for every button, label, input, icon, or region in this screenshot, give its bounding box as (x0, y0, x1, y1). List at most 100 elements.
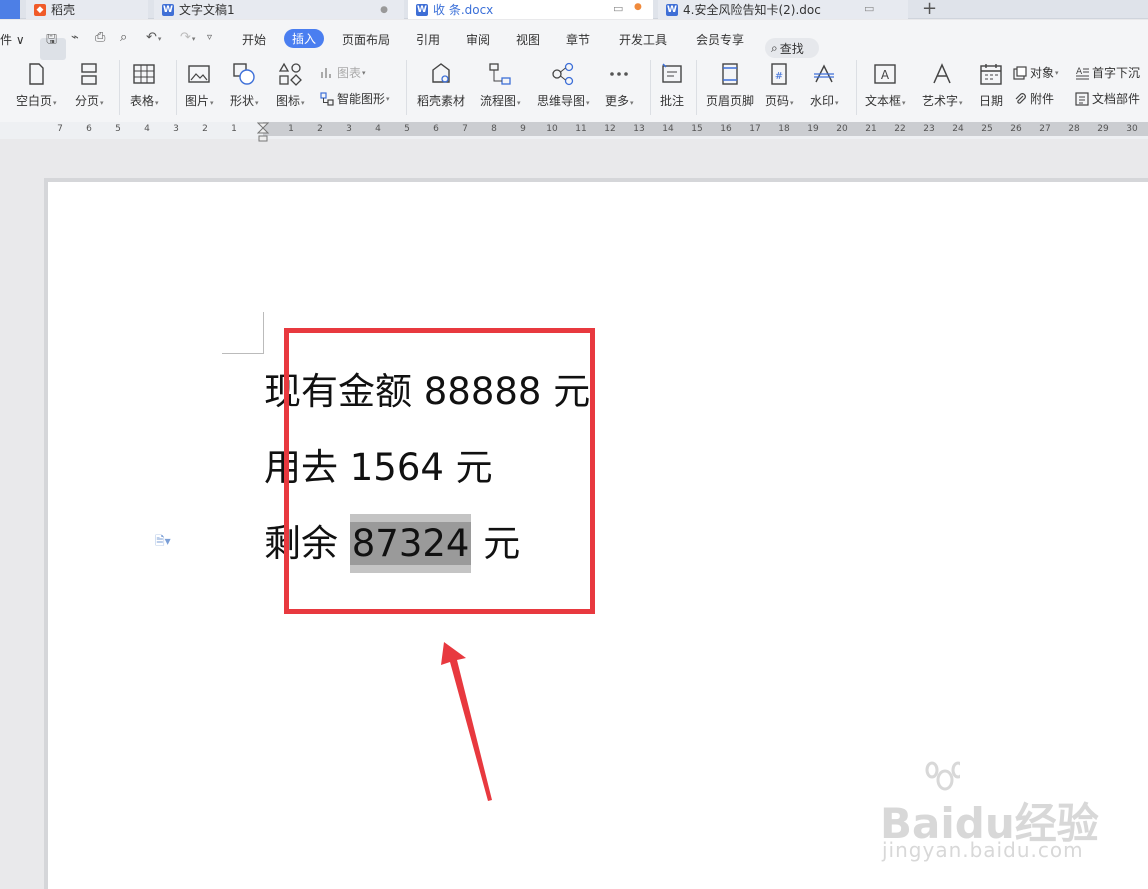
horizontal-ruler[interactable]: 7 6 5 4 3 2 1 1 2 3 4 5 6 7 8 9 10 11 12 13 14 15 16 17 18 19 20 21… (0, 122, 1148, 142)
tab-label: 文字文稿1 (179, 3, 235, 17)
page-number-icon: # (771, 63, 787, 85)
tab-label: 稻壳 (51, 3, 76, 17)
tab-receipt-docx[interactable]: W 收 条.docx ▭ ● (408, 0, 653, 19)
menu-view[interactable]: 视图 (516, 31, 540, 48)
flowchart-label: 流程图 (480, 94, 517, 108)
tab-safety-card[interactable]: W 4.安全风险告知卡(2).doc ▭ (658, 0, 908, 19)
daoke-material-label: 稻壳素材 (417, 94, 466, 108)
date-button[interactable]: 日期 (979, 62, 1003, 109)
tab-bar: ◆ 稻壳 W 文字文稿1 ● W 收 条.docx ▭ ● W 4.安全风险告知… (0, 0, 1148, 19)
comment-icon (662, 63, 682, 83)
print-icon[interactable]: ⎙ (95, 30, 105, 45)
icon-label: 图标 (276, 94, 301, 108)
more-button[interactable]: 更多▾ (605, 62, 634, 109)
menu-file[interactable]: 件 ∨ (0, 31, 25, 48)
new-tab-plus-icon[interactable]: + (922, 0, 937, 19)
attachment-label: 附件 (1030, 92, 1055, 106)
watermark-icon (814, 64, 835, 83)
paragraph-layout-icon[interactable]: 🗎▾ (155, 532, 171, 553)
ruler-number: 11 (575, 124, 587, 134)
menu-developer[interactable]: 开发工具 (619, 31, 667, 48)
separator (856, 60, 857, 115)
page-number-button[interactable]: # 页码▾ (765, 62, 794, 109)
menu-page-layout[interactable]: 页面布局 (342, 31, 390, 48)
separator (119, 60, 120, 115)
comment-label: 批注 (660, 94, 685, 108)
icons-library-icon (279, 62, 303, 86)
doc-parts-icon (1075, 91, 1089, 106)
ruler-number: 28 (1068, 124, 1080, 134)
save-icon[interactable]: 🖫 (46, 30, 57, 52)
menu-review[interactable]: 审阅 (466, 31, 490, 48)
object-button[interactable]: 对象 ▾ (1013, 64, 1059, 81)
separator (176, 60, 177, 115)
flowchart-button[interactable]: 流程图▾ (480, 62, 521, 109)
menu-home[interactable]: 开始 (242, 31, 266, 48)
smart-art-button[interactable]: 智能图形 ▾ (320, 90, 390, 107)
menu-row: 件 ∨ 🖫 ⌁ ⎙ ⌕ ↶▾ ↷▾ ▿ 开始 插入 页面布局 引用 审阅 视图 … (0, 29, 1148, 60)
ribbon: 件 ∨ 🖫 ⌁ ⎙ ⌕ ↶▾ ↷▾ ▿ 开始 插入 页面布局 引用 审阅 视图 … (0, 20, 1148, 123)
ruler-number: 1 (288, 124, 294, 134)
unsaved-dot-icon: ● (634, 2, 642, 12)
chart-button[interactable]: 图表 ▾ (320, 64, 366, 81)
ruler-number: 9 (520, 124, 526, 134)
indent-marker-icon[interactable] (257, 122, 269, 142)
document-page[interactable] (48, 182, 1148, 889)
tab-close-dot-icon[interactable]: ● (380, 5, 388, 15)
customize-toolbar-icon[interactable]: ▿ (207, 32, 212, 43)
tab-text-doc-1[interactable]: W 文字文稿1 ● (154, 0, 404, 19)
header-footer-button[interactable]: 页眉页脚 (706, 62, 754, 109)
menu-chapter[interactable]: 章节 (566, 31, 590, 48)
page-break-button[interactable]: 分页▾ (75, 62, 104, 109)
home-button[interactable] (0, 0, 20, 19)
menu-references[interactable]: 引用 (416, 31, 440, 48)
writer-doc-icon: W (162, 3, 174, 16)
icon-button[interactable]: 图标▾ (276, 62, 305, 109)
menu-member[interactable]: 会员专享 (696, 31, 744, 48)
text-box-button[interactable]: A 文本框▾ (865, 62, 906, 109)
blank-page-button[interactable]: 空白页▾ (16, 62, 57, 109)
monitor-icon[interactable]: ▭ (864, 2, 874, 15)
drop-cap-button[interactable]: A 首字下沉 (1075, 64, 1140, 81)
ruler-number: 6 (433, 124, 439, 134)
watermark-button[interactable]: 水印▾ (810, 62, 839, 109)
header-footer-label: 页眉页脚 (706, 94, 755, 108)
menu-insert[interactable]: 插入 (284, 29, 325, 48)
print-preview-icon[interactable]: ⌕ (120, 30, 127, 45)
tab-label: 4.安全风险告知卡(2).doc (683, 3, 821, 17)
separator (650, 60, 651, 115)
comment-button[interactable]: 批注 (660, 62, 684, 109)
picture-button[interactable]: 图片▾ (185, 62, 214, 109)
ruler-number: 26 (1010, 124, 1022, 134)
ruler-number: 7 (462, 124, 468, 134)
ruler-number: 13 (633, 124, 645, 134)
blank-page-label: 空白页 (16, 94, 53, 108)
word-art-label: 艺术字 (922, 94, 959, 108)
word-art-button[interactable]: 艺术字▾ (922, 62, 963, 109)
redo-icon[interactable]: ↷▾ (180, 30, 195, 45)
ruler-number: 4 (375, 124, 381, 134)
ruler-number: 30 (1126, 124, 1138, 134)
ruler-number: 6 (86, 124, 92, 134)
undo-icon[interactable]: ↶▾ (146, 30, 161, 45)
ruler-number: 29 (1097, 124, 1109, 134)
shape-label: 形状 (230, 94, 255, 108)
tab-daoke[interactable]: ◆ 稻壳 (26, 0, 148, 19)
ruler-number: 14 (662, 124, 674, 134)
ruler-number: 21 (865, 124, 877, 134)
ruler-number: 10 (546, 124, 558, 134)
daoke-material-button[interactable]: 稻壳素材 (417, 62, 465, 109)
format-painter-icon[interactable]: ⌁ (71, 30, 79, 45)
attachment-button[interactable]: 附件 (1013, 90, 1054, 107)
search-label: 查找 (779, 41, 804, 56)
menu-file-label: 件 (0, 33, 13, 47)
shape-button[interactable]: 形状▾ (230, 62, 259, 109)
search-box[interactable]: ⌕ 查找 (765, 38, 819, 58)
table-button[interactable]: 表格▾ (130, 62, 159, 109)
page-break-icon (81, 63, 97, 85)
mind-map-button[interactable]: 思维导图▾ (537, 62, 590, 109)
svg-text:#: # (775, 71, 783, 82)
monitor-icon[interactable]: ▭ (613, 2, 623, 15)
doc-parts-button[interactable]: 文档部件 (1075, 90, 1140, 107)
page-break-label: 分页 (75, 94, 100, 108)
